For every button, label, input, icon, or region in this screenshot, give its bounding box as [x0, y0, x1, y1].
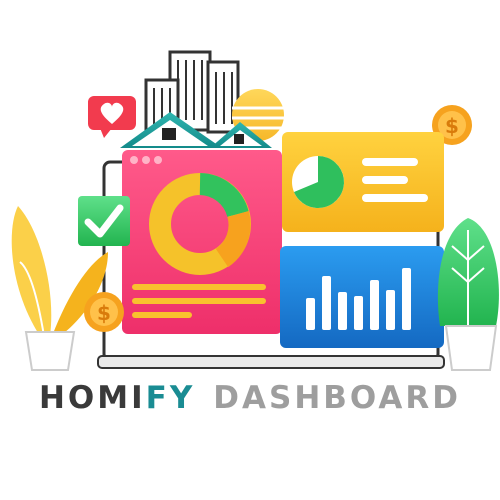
right-plant-icon	[437, 218, 499, 371]
wordmark-part-fy: FY	[145, 380, 196, 416]
pie-chart-card	[282, 132, 444, 232]
wordmark-part-dashboard: DASHBOARD	[213, 380, 462, 416]
main-dashboard-panel	[122, 150, 282, 334]
pie-chart-icon	[292, 156, 345, 209]
wordmark-part-homi: HOMI	[38, 380, 146, 416]
checkmark-icon	[78, 196, 130, 246]
svg-text:$: $	[97, 301, 111, 325]
dashboard-illustration: $ $	[11, 50, 499, 371]
svg-text:$: $	[445, 114, 459, 138]
brand-wordmark: HOMIFY DASHBOARD	[0, 378, 500, 418]
dollar-coin-icon-2: $	[84, 292, 124, 332]
bar-chart-card	[280, 246, 444, 348]
heart-notification-icon	[88, 96, 136, 138]
